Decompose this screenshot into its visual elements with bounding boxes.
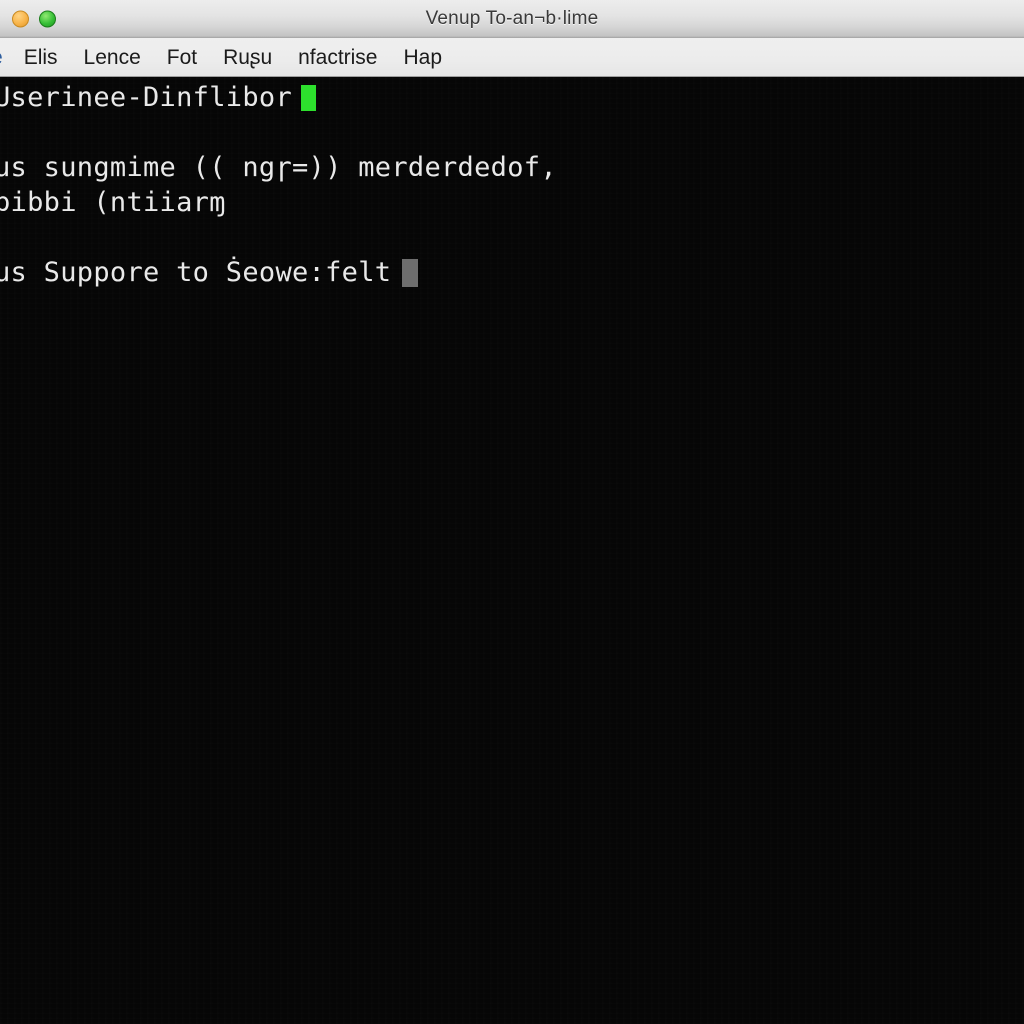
terminal-line: bibbi (ntiiarɱ bbox=[0, 185, 1024, 220]
menu-item-hap[interactable]: Hap bbox=[404, 47, 443, 68]
menu-item-fot[interactable]: Fot bbox=[167, 47, 197, 68]
menu-item-nfactrise[interactable]: nfactrise bbox=[298, 47, 377, 68]
terminal-line: us sungmime (( ngɼ=)) merderdedof, bbox=[0, 150, 1024, 185]
menu-item-lence[interactable]: Lence bbox=[84, 47, 141, 68]
terminal-line-text: us Suppore to Ṡeowe:felt bbox=[0, 257, 392, 288]
terminal-cursor-inactive bbox=[402, 259, 419, 287]
menu-item-elis[interactable]: Elis bbox=[24, 47, 58, 68]
menu-item-0[interactable]: e bbox=[0, 47, 3, 68]
menu-bar: e Elis Lence Fot Ruʂu nfactrise Hap bbox=[0, 38, 1024, 77]
terminal-output-area[interactable]: Userinee-Dinflibor us sungmime (( ngɼ=))… bbox=[0, 77, 1024, 1024]
terminal-line-text: us sungmime (( ngɼ=)) merderdedof, bbox=[0, 152, 557, 183]
terminal-window: Venup To-an¬b·lime e Elis Lence Fot Ruʂu… bbox=[0, 0, 1024, 1024]
terminal-line: Userinee-Dinflibor bbox=[0, 80, 1024, 115]
window-titlebar: Venup To-an¬b·lime bbox=[0, 0, 1024, 38]
window-title: Venup To-an¬b·lime bbox=[425, 7, 599, 29]
terminal-line: us Suppore to Ṡeowe:felt bbox=[0, 255, 1024, 290]
menu-item-rusu[interactable]: Ruʂu bbox=[223, 47, 272, 68]
terminal-line-text: Userinee-Dinflibor bbox=[0, 82, 292, 113]
terminal-cursor-active bbox=[301, 85, 316, 111]
terminal-line-text: bibbi (ntiiarɱ bbox=[0, 187, 226, 218]
